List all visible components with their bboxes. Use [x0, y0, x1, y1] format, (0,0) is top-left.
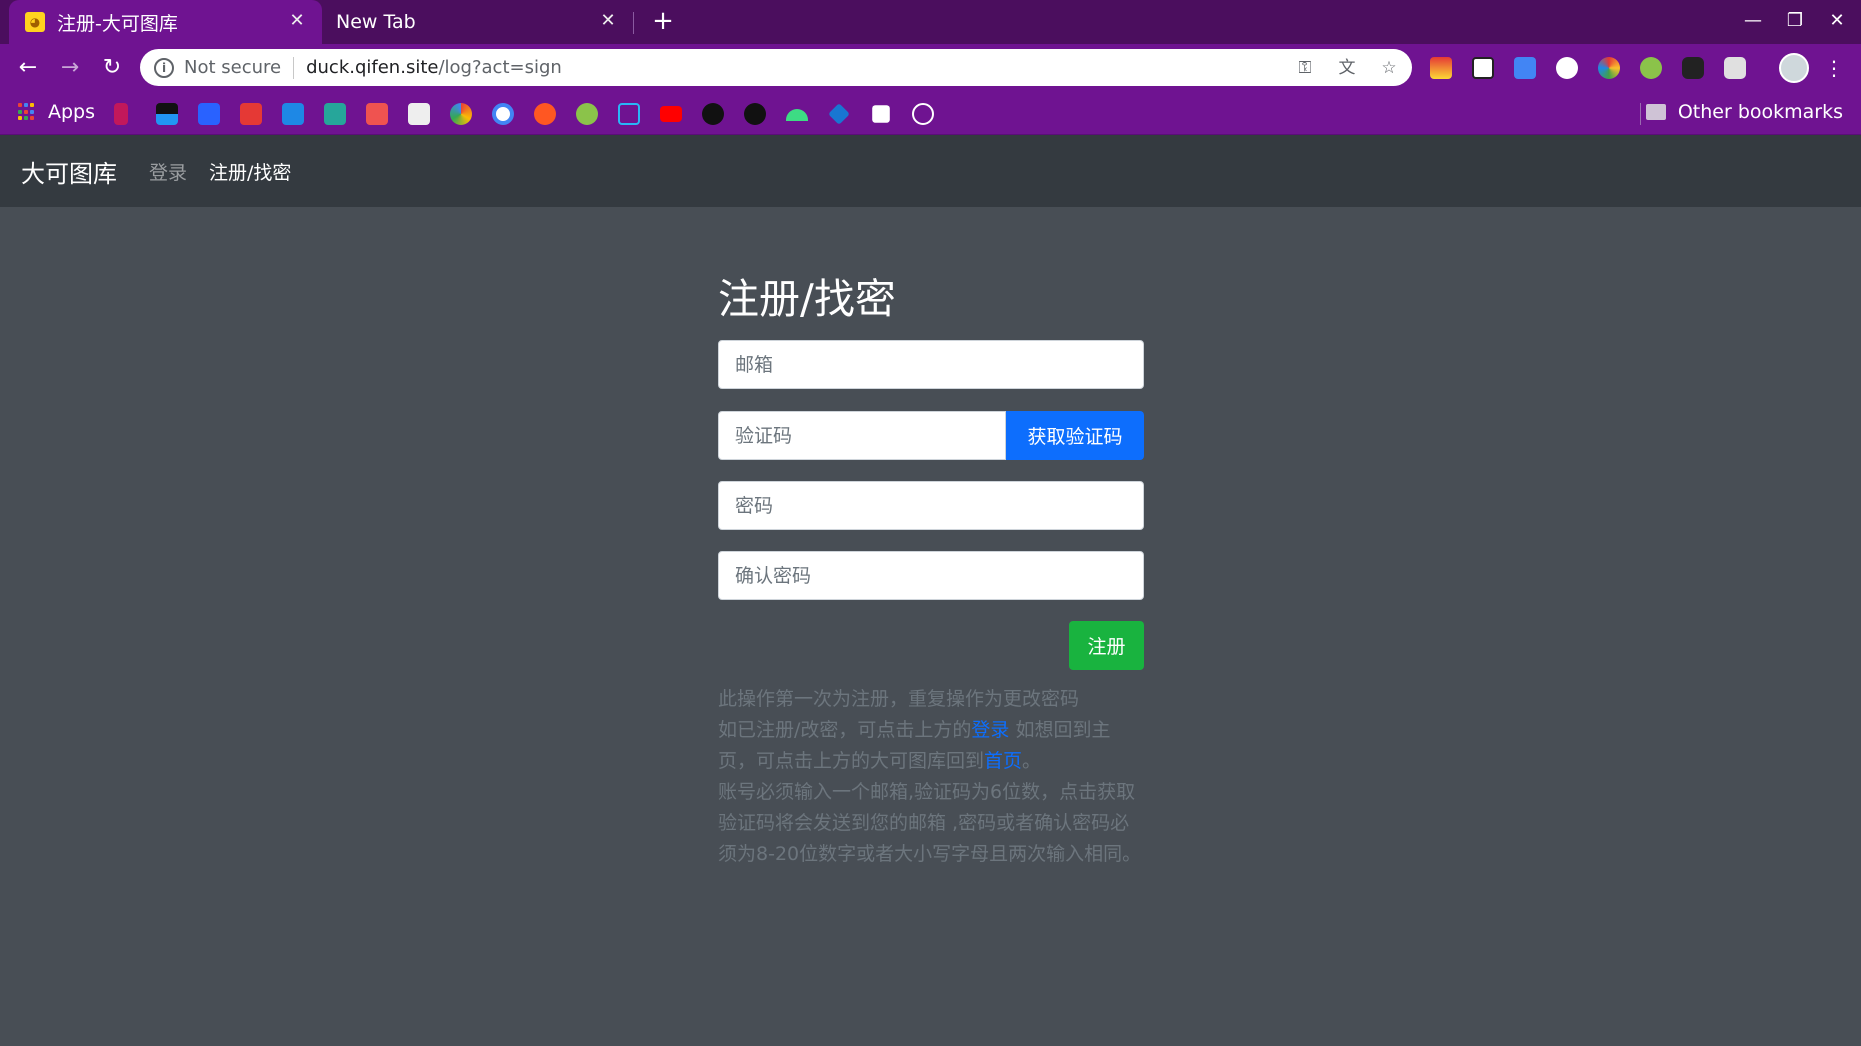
extension-icon[interactable]	[1430, 57, 1452, 79]
help-line-2: 如已注册/改密，可点击上方的登录 如想回到主页，可点击上方的大可图库回到首页。	[718, 715, 1144, 777]
bookmark-star-icon[interactable]: ☆	[1378, 57, 1400, 79]
security-label: Not secure	[184, 57, 282, 78]
folder-icon	[1645, 104, 1666, 120]
bookmark-c-icon[interactable]	[240, 103, 262, 125]
bookmark-t-icon[interactable]	[324, 103, 346, 125]
browser-tab-bar: ◕ 注册-大可图库 ✕ New Tab ✕ + — ❐ ✕	[0, 0, 1861, 44]
tab-title: 注册-大可图库	[57, 12, 178, 35]
bookmarks-divider	[1640, 103, 1641, 125]
tab-active[interactable]: ◕ 注册-大可图库 ✕	[9, 0, 322, 44]
help-line-3: 账号必须输入一个邮箱,验证码为6位数，点击获取验证码将会发送到您的邮箱 ,密码或…	[718, 781, 1142, 865]
bookmark-history-icon[interactable]	[912, 103, 934, 125]
site-navbar: 大可图库 登录 注册/找密	[0, 135, 1861, 207]
profile-avatar[interactable]	[1779, 53, 1809, 83]
help-line-1: 此操作第一次为注册，重复操作为更改密码	[718, 688, 1080, 710]
site-favicon-icon: ◕	[25, 12, 45, 32]
help-text: 此操作第一次为注册，重复操作为更改密码 如已注册/改密，可点击上方的登录 如想回…	[718, 684, 1144, 870]
restore-icon[interactable]: ❐	[1780, 6, 1810, 36]
minimize-icon[interactable]: —	[1738, 6, 1768, 36]
close-tab-icon[interactable]: ✕	[597, 10, 619, 32]
diamond-extension-icon[interactable]	[1556, 57, 1578, 79]
other-bookmarks[interactable]: Other bookmarks	[1645, 101, 1843, 123]
screenshot-camera-icon[interactable]	[1724, 57, 1746, 79]
register-form: 注册/找密 获取验证码 注册 此操作第一次为注册，重复操作为更改密码 如已注册/…	[718, 268, 1144, 870]
bookmark-youtube-icon[interactable]	[660, 106, 682, 122]
address-bar[interactable]: i Not secure duck.qifen.site/log?act=sig…	[140, 49, 1412, 86]
address-divider	[293, 56, 295, 79]
login-link[interactable]: 登录	[971, 719, 1009, 741]
bookmark-puzzle-icon[interactable]	[872, 105, 890, 123]
picture-in-picture-icon[interactable]	[1472, 57, 1494, 79]
bookmark-icon[interactable]	[828, 103, 850, 125]
url-path: /log?act=sign	[438, 57, 562, 78]
help-text-part: 。	[1022, 750, 1042, 772]
nav-link-login[interactable]: 登录	[149, 158, 187, 185]
register-button[interactable]: 注册	[1069, 621, 1144, 670]
apps-label: Apps	[48, 101, 96, 123]
speed-extension-icon[interactable]	[1640, 57, 1662, 79]
bookmark-icon[interactable]	[366, 103, 388, 125]
back-icon[interactable]: ←	[12, 52, 44, 84]
bookmark-apps[interactable]: Apps	[18, 101, 95, 123]
bookmark-baidu-icon[interactable]	[198, 103, 220, 125]
bookmark-android-icon[interactable]	[786, 109, 808, 121]
bookmark-github-icon[interactable]	[744, 103, 766, 125]
bookmark-y-icon[interactable]	[114, 103, 128, 125]
bookmark-chrome-icon[interactable]	[450, 103, 472, 125]
color-picker-icon[interactable]	[1598, 57, 1620, 79]
bookmark-h-icon[interactable]	[408, 103, 430, 125]
bookmark-google-icon[interactable]	[492, 103, 514, 125]
bookmark-edit-icon[interactable]	[282, 103, 304, 125]
bookmark-bilibili-icon[interactable]	[618, 103, 640, 125]
password-field[interactable]	[718, 481, 1144, 530]
get-code-button[interactable]: 获取验证码	[1006, 411, 1144, 460]
verification-code-field[interactable]	[718, 411, 1006, 460]
brand-link[interactable]: 大可图库	[21, 154, 117, 189]
window-close-icon[interactable]: ✕	[1822, 6, 1852, 36]
email-field[interactable]	[718, 340, 1144, 389]
translate-icon[interactable]: 文	[1336, 57, 1358, 79]
key-icon[interactable]: ⚿	[1294, 57, 1316, 79]
tab-divider	[633, 12, 634, 34]
other-bookmarks-label: Other bookmarks	[1677, 101, 1843, 123]
bookmark-spotify-icon[interactable]	[576, 103, 598, 125]
reload-icon[interactable]: ↻	[96, 52, 128, 84]
bookmarks-bar: Apps Other bookmarks	[0, 91, 1861, 135]
close-tab-icon[interactable]: ✕	[286, 10, 308, 32]
submit-row: 注册	[718, 621, 1144, 670]
new-tab-button[interactable]: +	[649, 8, 677, 36]
browser-menu-icon[interactable]: ⋮	[1818, 52, 1850, 84]
page-title: 注册/找密	[718, 275, 896, 323]
forward-icon[interactable]: →	[54, 52, 86, 84]
bookmark-icon[interactable]	[702, 103, 724, 125]
tab-new-tab[interactable]: New Tab ✕	[322, 0, 633, 44]
apps-grid-icon	[18, 103, 36, 121]
home-link[interactable]: 首页	[984, 750, 1022, 772]
nav-link-register[interactable]: 注册/找密	[209, 158, 291, 185]
confirm-password-field[interactable]	[718, 551, 1144, 600]
url-host: duck.qifen.site	[306, 57, 439, 78]
browser-toolbar: ← → ↻ i Not secure duck.qifen.site/log?a…	[0, 44, 1861, 91]
help-text-part: 如已注册/改密，可点击上方的	[718, 719, 972, 741]
verification-group: 获取验证码	[718, 411, 1144, 460]
google-translate-icon[interactable]	[1514, 57, 1536, 79]
glasses-extension-icon[interactable]	[1682, 57, 1704, 79]
bookmark-ubuntu-icon[interactable]	[534, 103, 556, 125]
bookmark-icon[interactable]	[156, 103, 178, 125]
info-icon[interactable]: i	[154, 57, 174, 78]
tab-title: New Tab	[336, 11, 416, 33]
